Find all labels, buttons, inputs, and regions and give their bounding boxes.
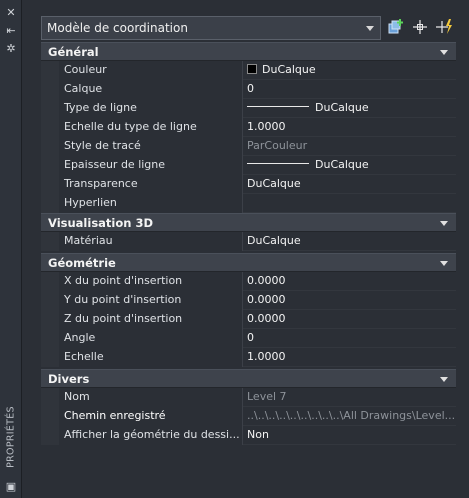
section-divers[interactable]: Divers — [41, 369, 456, 388]
collapse-icon[interactable] — [440, 377, 448, 382]
section-title: Général — [48, 45, 99, 59]
property-label: Transparence — [59, 175, 243, 194]
section-title: Divers — [48, 372, 90, 386]
property-value[interactable]: DuCalque — [244, 232, 456, 251]
collapse-icon[interactable] — [440, 261, 448, 266]
property-label: Style de tracé — [59, 137, 243, 156]
row-echelle-type-ligne[interactable]: Echelle du type de ligne 1.0000 — [41, 118, 456, 137]
settings-icon[interactable]: ✲ — [4, 42, 18, 56]
property-label: Z du point d'insertion — [59, 310, 243, 329]
property-label: Angle — [59, 329, 243, 348]
property-label: Echelle — [59, 348, 243, 367]
close-icon[interactable]: ✕ — [4, 6, 18, 20]
property-value[interactable]: Non — [244, 426, 456, 445]
property-label: Afficher la géométrie du dessi... — [59, 426, 243, 445]
autohide-icon[interactable]: ⇤ — [4, 24, 18, 38]
property-value[interactable]: 0 — [244, 329, 456, 348]
row-hyperlien[interactable]: Hyperlien — [41, 194, 456, 213]
property-label: X du point d'insertion — [59, 272, 243, 291]
property-value[interactable]: 0 — [244, 80, 456, 99]
property-value[interactable]: 0.0000 — [244, 272, 456, 291]
section-geometrie[interactable]: Géométrie — [41, 253, 456, 272]
row-type-de-ligne[interactable]: Type de ligne DuCalque — [41, 99, 456, 118]
property-value: Level 7 — [247, 390, 287, 403]
object-type-value: Modèle de coordination — [47, 21, 188, 35]
property-value[interactable] — [244, 194, 456, 213]
property-value[interactable]: 1.0000 — [244, 118, 456, 137]
section-general[interactable]: Général — [41, 42, 456, 61]
row-style-de-trace[interactable]: Style de tracé ParCouleur — [41, 137, 456, 156]
property-value: ParCouleur — [247, 139, 308, 152]
row-transparence[interactable]: Transparence DuCalque — [41, 175, 456, 194]
property-value[interactable]: DuCalque — [244, 61, 456, 80]
property-value[interactable]: DuCalque — [244, 156, 456, 175]
row-nom[interactable]: Nom Level 7 — [41, 388, 456, 407]
properties-panel: Modèle de coordination Général Couleur D… — [23, 0, 469, 498]
palette-menu-icon[interactable]: ▣ — [4, 480, 18, 494]
collapse-icon[interactable] — [440, 50, 448, 55]
property-value: ..\..\..\..\..\..\..\..\..\All Drawings\… — [247, 409, 456, 422]
property-value[interactable]: 0.0000 — [244, 291, 456, 310]
linetype-preview — [247, 106, 309, 107]
property-label: Y du point d'insertion — [59, 291, 243, 310]
row-afficher-geometrie[interactable]: Afficher la géométrie du dessi... Non — [41, 426, 456, 445]
row-materiau[interactable]: Matériau DuCalque — [41, 232, 456, 251]
property-value[interactable]: 0.0000 — [244, 310, 456, 329]
section-title: Visualisation 3D — [48, 216, 153, 230]
property-label: Hyperlien — [59, 194, 243, 213]
quick-select-icon[interactable] — [435, 18, 453, 36]
add-selection-icon[interactable] — [387, 18, 405, 36]
chevron-down-icon — [366, 26, 374, 31]
row-epaisseur-de-ligne[interactable]: Epaisseur de ligne DuCalque — [41, 156, 456, 175]
property-value[interactable]: DuCalque — [244, 175, 456, 194]
property-label: Chemin enregistré — [59, 407, 243, 426]
property-value[interactable]: 1.0000 — [244, 348, 456, 367]
row-y-insertion[interactable]: Y du point d'insertion 0.0000 — [41, 291, 456, 310]
row-angle[interactable]: Angle 0 — [41, 329, 456, 348]
palette-titlebar: ✕ ⇤ ✲ PROPRIÉTÉS ▣ — [0, 0, 22, 498]
property-label: Epaisseur de ligne — [59, 156, 243, 175]
color-swatch-icon — [247, 64, 257, 74]
property-label: Type de ligne — [59, 99, 243, 118]
row-calque[interactable]: Calque 0 — [41, 80, 456, 99]
row-echelle[interactable]: Echelle 1.0000 — [41, 348, 456, 367]
property-label: Calque — [59, 80, 243, 99]
property-label: Echelle du type de ligne — [59, 118, 243, 137]
lineweight-preview — [247, 163, 309, 164]
row-z-insertion[interactable]: Z du point d'insertion 0.0000 — [41, 310, 456, 329]
row-couleur[interactable]: Couleur DuCalque — [41, 61, 456, 80]
row-chemin-enregistre[interactable]: Chemin enregistré ..\..\..\..\..\..\..\.… — [41, 407, 456, 426]
palette-title: PROPRIÉTÉS — [5, 406, 17, 468]
property-value[interactable]: DuCalque — [244, 99, 456, 118]
section-visualisation-3d[interactable]: Visualisation 3D — [41, 213, 456, 232]
select-objects-icon[interactable] — [411, 18, 429, 36]
property-label: Nom — [59, 388, 243, 407]
property-label: Couleur — [59, 61, 243, 80]
property-label: Matériau — [59, 232, 243, 251]
row-x-insertion[interactable]: X du point d'insertion 0.0000 — [41, 272, 456, 291]
section-title: Géométrie — [48, 256, 116, 270]
object-type-dropdown[interactable]: Modèle de coordination — [41, 16, 381, 40]
properties-grid: Général Couleur DuCalque Calque 0 Type d… — [41, 42, 456, 445]
collapse-icon[interactable] — [440, 221, 448, 226]
